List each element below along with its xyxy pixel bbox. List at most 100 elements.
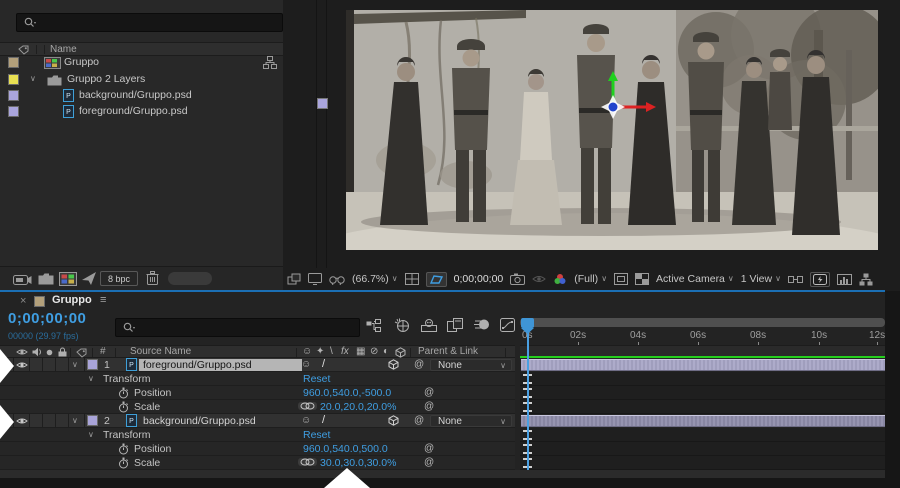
panel-divider[interactable] bbox=[316, 0, 317, 268]
project-item-label[interactable]: Gruppo bbox=[64, 56, 99, 68]
new-folder-icon[interactable] bbox=[38, 273, 54, 285]
timeline-tab-title[interactable]: Gruppo bbox=[52, 294, 92, 306]
draft-3d-icon[interactable] bbox=[393, 318, 410, 333]
time-ruler[interactable]: 0s 02s 04s 06s 08s 10s 12s bbox=[520, 330, 885, 345]
fast-previews-icon[interactable] bbox=[810, 272, 830, 287]
layer-label-swatch[interactable] bbox=[87, 359, 98, 370]
new-composition-icon[interactable] bbox=[59, 272, 77, 286]
snapshot-camera-icon[interactable] bbox=[510, 273, 525, 285]
preview-timecode[interactable]: 0;00;00;00 bbox=[454, 273, 504, 285]
column-parent-link[interactable]: Parent & Link bbox=[418, 346, 478, 357]
magnification-dropdown[interactable]: (66.7%)∨ bbox=[352, 273, 398, 285]
label-swatch[interactable] bbox=[8, 90, 19, 101]
project-item-folder[interactable]: ∨ Gruppo 2 Layers bbox=[0, 72, 283, 88]
transform-label[interactable]: Transform bbox=[103, 429, 150, 441]
transform-label[interactable]: Transform bbox=[103, 373, 150, 385]
project-item-gruppo[interactable]: Gruppo bbox=[0, 55, 283, 71]
project-item-label[interactable]: Gruppo 2 Layers bbox=[67, 73, 145, 85]
flowchart-icon[interactable] bbox=[263, 56, 277, 69]
layer-row-2[interactable]: ∨ 2 P background/Gruppo.psd ☺ / @ None ∨ bbox=[0, 414, 515, 428]
playhead-handle[interactable] bbox=[521, 318, 534, 328]
label-swatch[interactable] bbox=[8, 106, 19, 117]
quality-toggle[interactable]: / bbox=[322, 358, 325, 370]
position-label[interactable]: Position bbox=[134, 443, 171, 455]
motion-blur-column-icon[interactable]: ⊘ bbox=[370, 347, 378, 357]
stopwatch-icon[interactable] bbox=[118, 401, 129, 413]
trash-icon[interactable] bbox=[146, 271, 159, 286]
project-item-label[interactable]: background/Gruppo.psd bbox=[79, 89, 192, 101]
transform-group-row[interactable]: ∨ Transform Reset bbox=[0, 372, 515, 386]
show-channel-icon[interactable] bbox=[553, 273, 567, 285]
property-pick-whip-icon[interactable]: @ bbox=[424, 401, 434, 412]
collapse-column-icon[interactable]: ✦ bbox=[316, 347, 324, 357]
resolution-dropdown[interactable]: (Full)∨ bbox=[574, 273, 607, 285]
effects-column-icon[interactable]: fx bbox=[341, 347, 349, 357]
reset-link[interactable]: Reset bbox=[303, 373, 330, 385]
chevron-down-icon[interactable]: ∨ bbox=[88, 375, 94, 383]
composition-mini-flowchart-icon[interactable] bbox=[366, 319, 382, 333]
always-preview-icon[interactable] bbox=[287, 273, 301, 285]
position-value[interactable]: 960.0,540.0,-500.0 bbox=[303, 387, 391, 399]
layer-2-duration-bar[interactable] bbox=[521, 415, 885, 427]
close-icon[interactable]: × bbox=[20, 295, 26, 307]
quality-column-icon[interactable]: \ bbox=[330, 347, 333, 357]
hide-shy-layers-icon[interactable] bbox=[421, 318, 437, 332]
eye-icon[interactable] bbox=[16, 361, 28, 369]
timeline-search-input[interactable] bbox=[115, 318, 360, 337]
region-of-interest-icon[interactable] bbox=[614, 273, 628, 285]
scale-value[interactable]: 20.0,20.0,20.0% bbox=[320, 401, 396, 413]
composition-viewport[interactable] bbox=[346, 10, 878, 250]
histogram-icon[interactable] bbox=[837, 274, 852, 285]
transform-group-row[interactable]: ∨ Transform Reset bbox=[0, 428, 515, 442]
project-column-name[interactable]: Name bbox=[50, 44, 77, 55]
chevron-down-icon[interactable]: ∨ bbox=[30, 75, 36, 83]
send-icon[interactable] bbox=[82, 272, 97, 286]
scale-row[interactable]: Scale 20.0,20.0,20.0% @ bbox=[0, 400, 515, 414]
chevron-down-icon[interactable]: ∨ bbox=[72, 361, 78, 369]
main-viewer-icon[interactable] bbox=[308, 273, 322, 285]
eye-icon[interactable] bbox=[16, 417, 28, 425]
label-swatch[interactable] bbox=[8, 74, 19, 85]
stopwatch-icon[interactable] bbox=[118, 443, 129, 455]
shy-toggle[interactable]: ☺ bbox=[301, 360, 311, 370]
project-search-input[interactable] bbox=[16, 13, 283, 32]
3d-axis-gizmo[interactable] bbox=[586, 65, 666, 135]
mini-flowchart-icon[interactable] bbox=[859, 273, 873, 286]
chevron-down-icon[interactable]: ∨ bbox=[72, 417, 78, 425]
property-pick-whip-icon[interactable]: @ bbox=[424, 387, 434, 398]
bit-depth-button[interactable]: 8 bpc bbox=[100, 271, 138, 286]
3d-layer-toggle[interactable] bbox=[388, 359, 399, 370]
transparency-grid-icon[interactable] bbox=[635, 273, 649, 285]
quality-toggle[interactable]: / bbox=[322, 414, 325, 426]
layer-1-duration-bar[interactable] bbox=[521, 359, 885, 371]
view-layout-dropdown[interactable]: 1 View∨ bbox=[741, 273, 781, 285]
column-index[interactable]: # bbox=[100, 346, 106, 357]
motion-blur-icon[interactable] bbox=[474, 318, 490, 331]
shy-toggle[interactable]: ☺ bbox=[301, 416, 311, 426]
share-view-icon[interactable] bbox=[788, 274, 803, 285]
property-pick-whip-icon[interactable]: @ bbox=[424, 443, 434, 454]
stopwatch-icon[interactable] bbox=[118, 457, 129, 469]
constrain-proportions-icon[interactable] bbox=[298, 458, 317, 466]
stopwatch-icon[interactable] bbox=[118, 387, 129, 399]
3d-layer-toggle[interactable] bbox=[388, 415, 399, 426]
project-item-label[interactable]: foreground/Gruppo.psd bbox=[79, 105, 188, 117]
scale-label[interactable]: Scale bbox=[134, 401, 160, 413]
position-label[interactable]: Position bbox=[134, 387, 171, 399]
scale-value[interactable]: 30.0,30.0,30.0% bbox=[320, 457, 396, 469]
project-item-foreground[interactable]: P foreground/Gruppo.psd bbox=[0, 104, 283, 120]
column-source-name[interactable]: Source Name bbox=[130, 346, 191, 357]
position-value[interactable]: 960.0,540.0,500.0 bbox=[303, 443, 388, 455]
frame-blend-column-icon[interactable]: ▦ bbox=[356, 347, 365, 357]
frame-blending-icon[interactable] bbox=[447, 318, 463, 332]
parent-pick-whip-icon[interactable]: @ bbox=[414, 359, 424, 370]
property-pick-whip-icon[interactable]: @ bbox=[424, 457, 434, 468]
interpret-footage-icon[interactable] bbox=[13, 273, 32, 286]
layer-name-selected[interactable]: foreground/Gruppo.psd bbox=[139, 359, 302, 371]
stereo-3d-icon[interactable] bbox=[329, 274, 345, 285]
layer-row-1[interactable]: ∨ 1 P foreground/Gruppo.psd ☺ / @ None ∨ bbox=[0, 358, 515, 372]
graph-editor-icon[interactable] bbox=[500, 318, 515, 332]
reset-link[interactable]: Reset bbox=[303, 429, 330, 441]
scale-label[interactable]: Scale bbox=[134, 457, 160, 469]
work-area-bar[interactable] bbox=[520, 318, 885, 327]
